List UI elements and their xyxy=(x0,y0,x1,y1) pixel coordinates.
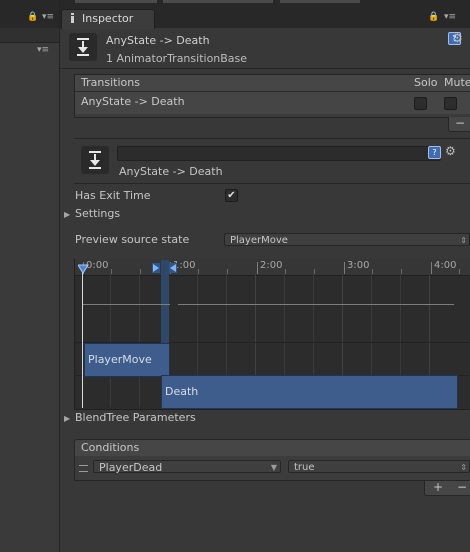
conditions-footer: + − xyxy=(424,481,470,496)
chevron-down-icon: ⇕ xyxy=(460,463,467,472)
gridline xyxy=(110,275,111,407)
transitions-header-label: Transitions xyxy=(81,76,140,89)
exit-time-marker-icon[interactable] xyxy=(78,263,89,274)
header-subtitle: 1 AnimatorTransitionBase xyxy=(106,52,248,65)
transitions-header: Transitions Solo Mute xyxy=(75,75,470,92)
transition-subtitle: AnyState -> Death xyxy=(119,165,223,178)
gear-icon[interactable]: ⚙ xyxy=(445,144,456,158)
tick-minor xyxy=(140,269,141,274)
tick-label: 2:00 xyxy=(260,260,283,271)
tick-minor xyxy=(198,269,199,274)
conditions-header: Conditions xyxy=(74,439,470,457)
list-item[interactable]: AnyState -> Death xyxy=(75,92,470,114)
section-divider xyxy=(74,138,470,139)
tick-minor xyxy=(285,269,286,274)
solo-column-label: Solo xyxy=(414,76,438,89)
weight-curve xyxy=(178,304,454,305)
chevron-down-icon: ▼ xyxy=(270,463,277,472)
preview-source-label: Preview source state xyxy=(75,233,190,246)
has-exit-time-label: Has Exit Time xyxy=(75,189,151,202)
mute-column-label: Mute xyxy=(444,76,470,89)
tick-minor xyxy=(372,269,373,274)
has-exit-time-checkbox[interactable]: ✔ xyxy=(225,189,238,202)
tick-label: 0:00 xyxy=(86,260,109,271)
left-menu-icon[interactable]: ▾≡ xyxy=(37,45,49,55)
mute-checkbox[interactable] xyxy=(444,97,457,110)
tick-minor xyxy=(111,269,112,274)
playhead[interactable] xyxy=(82,270,83,408)
tick-minor xyxy=(314,269,315,274)
transition-icon xyxy=(81,146,109,174)
tick-label: 4:00 xyxy=(434,260,457,271)
tick-minor xyxy=(227,269,228,274)
transition-icon xyxy=(69,33,97,61)
help-icon[interactable]: ? xyxy=(428,146,441,159)
condition-value: true xyxy=(294,462,315,473)
top-tab-edge xyxy=(163,0,273,3)
left-tab-bar: 🔒 ▾≡ xyxy=(0,0,59,28)
condition-parameter-value: PlayerDead xyxy=(99,461,163,474)
remove-transition-button[interactable]: − xyxy=(448,117,470,132)
lock-icon[interactable]: 🔒 xyxy=(428,12,439,22)
destination-state-bar[interactable]: Death xyxy=(161,375,458,409)
remove-condition-button[interactable]: − xyxy=(457,481,467,493)
blendtree-parameters-foldout[interactable]: BlendTree Parameters xyxy=(75,411,196,424)
transition-end-marker-icon[interactable] xyxy=(169,263,178,274)
chevron-down-icon: ⇕ xyxy=(460,236,467,245)
transition-name: AnyState -> Death xyxy=(81,95,185,108)
weight-curve xyxy=(83,304,170,305)
top-tab-edge xyxy=(280,0,360,3)
settings-foldout-icon[interactable]: ▶ xyxy=(64,210,70,219)
tick-major xyxy=(257,262,258,274)
preview-source-dropdown[interactable]: PlayerMove ⇕ xyxy=(224,233,470,246)
destination-state-label: Death xyxy=(165,385,199,398)
tick-label: 3:00 xyxy=(347,260,370,271)
tick-minor xyxy=(401,269,402,274)
transition-name-input[interactable] xyxy=(117,146,441,161)
drag-handle-icon[interactable] xyxy=(79,465,88,472)
conditions-header-label: Conditions xyxy=(81,441,140,454)
tab-inspector[interactable]: Inspector xyxy=(61,9,155,29)
left-panel xyxy=(0,0,60,552)
condition-row[interactable]: PlayerDead ▼ true ⇕ xyxy=(74,456,470,481)
gear-icon[interactable]: ⚙ xyxy=(452,31,463,45)
header-title: AnyState -> Death xyxy=(106,34,210,47)
source-state-bar[interactable]: PlayerMove xyxy=(84,343,170,377)
header-divider xyxy=(60,68,470,69)
gridline xyxy=(139,275,140,407)
left-search-bar[interactable] xyxy=(0,28,59,43)
preview-source-value: PlayerMove xyxy=(230,235,288,246)
menu-icon[interactable]: ▾≡ xyxy=(444,12,456,22)
transition-start-marker-icon[interactable] xyxy=(152,263,161,274)
source-state-label: PlayerMove xyxy=(88,353,152,366)
top-tab-edge xyxy=(75,0,157,3)
condition-parameter-dropdown[interactable]: PlayerDead ▼ xyxy=(93,460,281,474)
solo-checkbox[interactable] xyxy=(414,97,427,110)
inspector-info-icon xyxy=(68,13,77,23)
section-divider xyxy=(74,183,470,184)
tick-minor xyxy=(459,269,460,274)
condition-value-dropdown[interactable]: true ⇕ xyxy=(288,460,470,473)
menu-icon[interactable]: ▾≡ xyxy=(42,12,54,22)
tab-label: Inspector xyxy=(82,12,134,25)
lock-icon[interactable]: 🔒 xyxy=(27,12,38,22)
settings-foldout[interactable]: Settings xyxy=(75,207,120,220)
blendtree-foldout-icon[interactable]: ▶ xyxy=(64,414,70,423)
tick-major xyxy=(431,262,432,274)
tick-major xyxy=(344,262,345,274)
add-condition-button[interactable]: + xyxy=(433,481,443,493)
